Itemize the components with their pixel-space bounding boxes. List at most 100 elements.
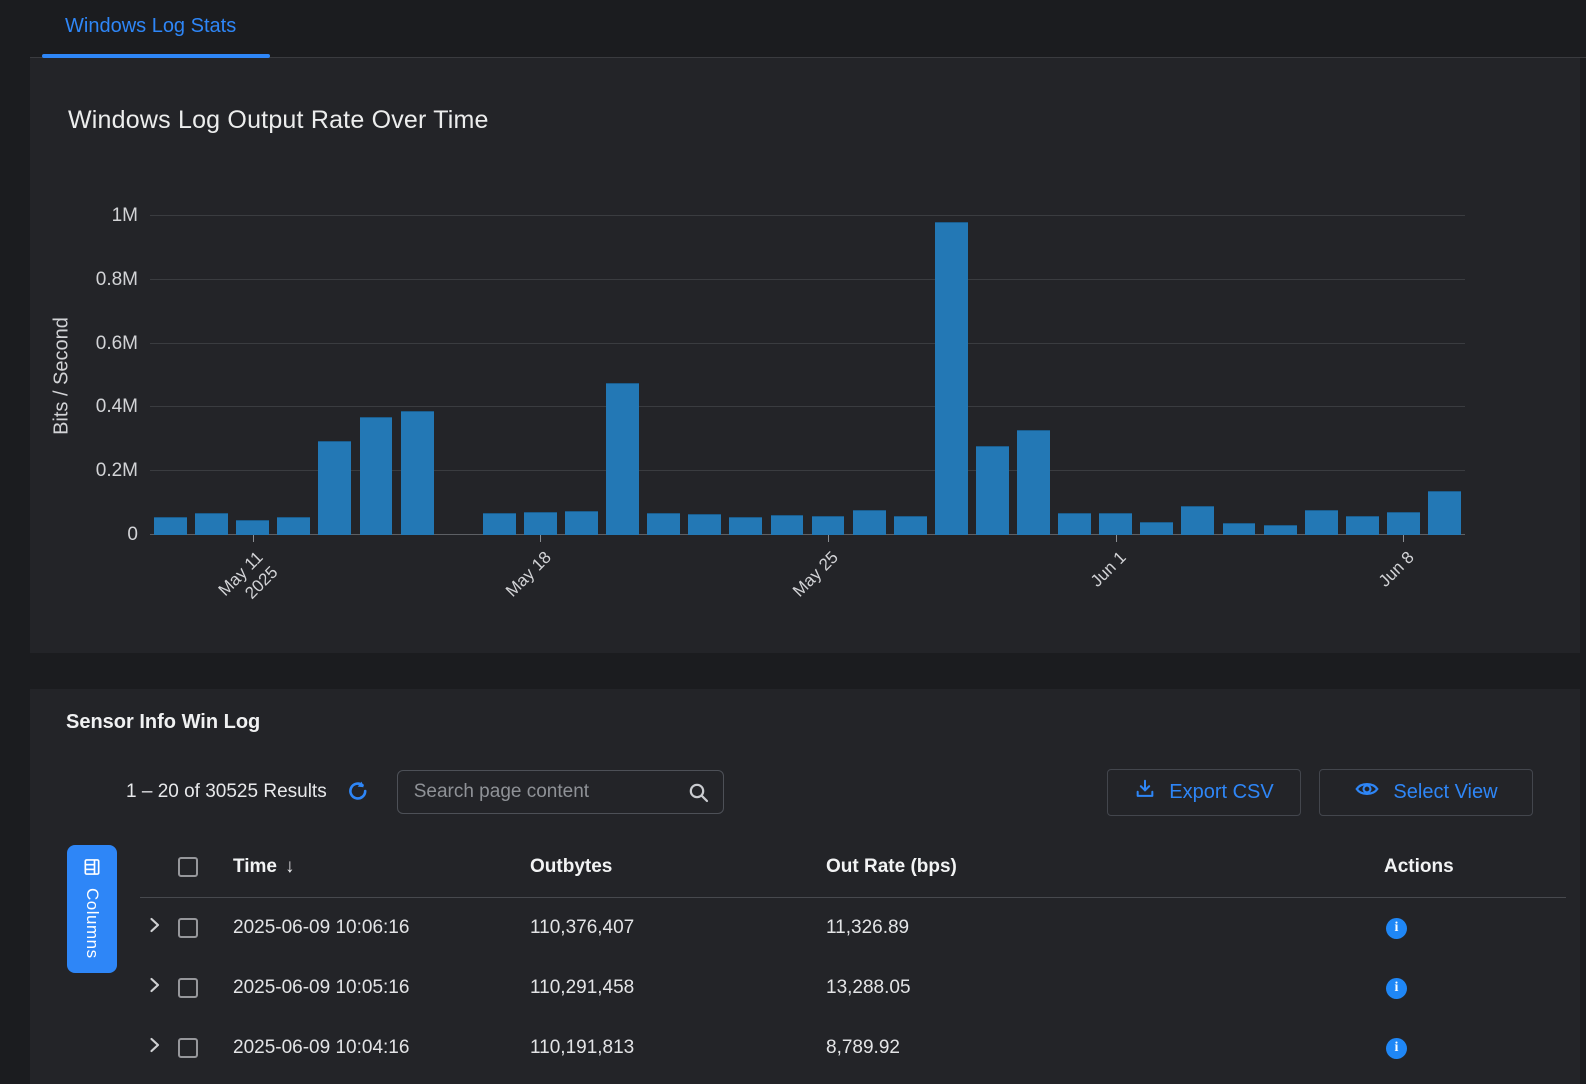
bar-slot — [355, 216, 396, 535]
plot-area: Bits / Second 00.2M0.4M0.6M0.8M1MMay 112… — [150, 216, 1465, 535]
bar-slot — [191, 216, 232, 535]
x-tick-mark — [1403, 535, 1404, 542]
bar-slot — [890, 216, 931, 535]
y-tick-label: 0 — [127, 524, 138, 546]
table-controls: 1 – 20 of 30525 Results — [30, 769, 1580, 815]
bar-slot — [520, 216, 561, 535]
x-tick-mark — [540, 535, 541, 542]
column-header-out-rate[interactable]: Out Rate (bps) — [826, 856, 1384, 878]
bar-slot — [808, 216, 849, 535]
table-row: 2025-06-09 10:05:16 110,291,458 13,288.0… — [30, 958, 1580, 1018]
info-icon[interactable]: i — [1386, 918, 1407, 939]
bar-slot — [684, 216, 725, 535]
row-checkbox[interactable] — [178, 978, 198, 998]
search-icon[interactable] — [687, 781, 711, 810]
bar-slot — [1013, 216, 1054, 535]
bar[interactable] — [935, 222, 968, 535]
bar[interactable] — [565, 511, 598, 535]
bar[interactable] — [1140, 522, 1173, 535]
bar[interactable] — [277, 517, 310, 536]
bar[interactable] — [606, 383, 639, 535]
table-row: 2025-06-09 10:04:16 110,191,813 8,789.92… — [30, 1018, 1580, 1078]
cell-time: 2025-06-09 10:06:16 — [233, 917, 530, 939]
x-tick-mark — [1116, 535, 1117, 542]
results-count: 1 – 20 of 30525 Results — [126, 781, 327, 803]
chevron-right-icon — [148, 916, 161, 940]
row-expander[interactable] — [140, 916, 178, 940]
bar[interactable] — [1264, 525, 1297, 535]
row-checkbox[interactable] — [178, 918, 198, 938]
bar[interactable] — [1017, 430, 1050, 535]
bar[interactable] — [318, 441, 351, 535]
row-expander[interactable] — [140, 1036, 178, 1060]
select-view-button[interactable]: Select View — [1319, 769, 1533, 816]
chart-title: Windows Log Output Rate Over Time — [68, 106, 489, 135]
bar[interactable] — [1181, 506, 1214, 535]
export-csv-button[interactable]: Export CSV — [1107, 769, 1301, 816]
chart-panel: Windows Log Output Rate Over Time Bits /… — [30, 58, 1580, 653]
column-header-time[interactable]: Time↓ — [233, 856, 530, 878]
bar[interactable] — [771, 515, 804, 535]
bar[interactable] — [1346, 516, 1379, 535]
column-header-outbytes[interactable]: Outbytes — [530, 856, 826, 878]
bar[interactable] — [236, 520, 269, 535]
bar-slot — [602, 216, 643, 535]
cell-outbytes: 110,191,813 — [530, 1037, 826, 1059]
eye-icon — [1354, 776, 1380, 808]
bar[interactable] — [401, 411, 434, 535]
x-tick-label: Jun 1 — [1086, 547, 1130, 591]
x-tick-label: May 18 — [501, 547, 555, 601]
bar-slot — [1342, 216, 1383, 535]
cell-time: 2025-06-09 10:05:16 — [233, 977, 530, 999]
bar[interactable] — [688, 514, 721, 535]
tab-label: Windows Log Stats — [65, 15, 236, 38]
cell-out-rate: 8,789.92 — [826, 1037, 1384, 1059]
bar[interactable] — [195, 513, 228, 535]
info-icon[interactable]: i — [1386, 978, 1407, 999]
bar[interactable] — [483, 513, 516, 535]
y-tick-label: 0.2M — [96, 460, 138, 482]
bar-slot — [1095, 216, 1136, 535]
row-checkbox[interactable] — [178, 1038, 198, 1058]
cell-out-rate: 11,326.89 — [826, 917, 1384, 939]
info-icon[interactable]: i — [1386, 1038, 1407, 1059]
export-csv-label: Export CSV — [1169, 781, 1273, 804]
select-all-checkbox[interactable] — [178, 857, 198, 877]
bar[interactable] — [1099, 513, 1132, 535]
row-expander[interactable] — [140, 976, 178, 1000]
x-tick-label: May 25 — [789, 547, 843, 601]
y-tick-label: 0.4M — [96, 396, 138, 418]
refresh-icon — [346, 779, 370, 806]
bar[interactable] — [853, 510, 886, 535]
bar[interactable] — [1428, 491, 1461, 535]
bar[interactable] — [647, 513, 680, 535]
bar[interactable] — [1058, 513, 1091, 535]
bar[interactable] — [154, 517, 187, 535]
bar-slot — [479, 216, 520, 535]
bar-slot — [766, 216, 807, 535]
bar-slot — [561, 216, 602, 535]
bar[interactable] — [894, 516, 927, 535]
table-panel: Sensor Info Win Log 1 – 20 of 30525 Resu… — [30, 689, 1580, 1084]
bar[interactable] — [812, 516, 845, 535]
bar[interactable] — [976, 446, 1009, 535]
refresh-button[interactable] — [345, 779, 371, 805]
bar-slot — [931, 216, 972, 535]
bar[interactable] — [1387, 512, 1420, 535]
bar-slot — [1054, 216, 1095, 535]
select-view-label: Select View — [1393, 781, 1497, 804]
bar[interactable] — [729, 517, 762, 535]
bar[interactable] — [360, 417, 393, 535]
bar[interactable] — [1223, 523, 1256, 535]
bar-slot — [314, 216, 355, 535]
bar-slot — [232, 216, 273, 535]
bar[interactable] — [1305, 510, 1338, 535]
bar-slot — [150, 216, 191, 535]
y-tick-label: 0.6M — [96, 333, 138, 355]
bar-slot — [1424, 216, 1465, 535]
x-tick-mark — [828, 535, 829, 542]
bar[interactable] — [524, 512, 557, 535]
search-input[interactable] — [398, 771, 723, 813]
search-box — [397, 770, 724, 814]
bar-slot — [849, 216, 890, 535]
